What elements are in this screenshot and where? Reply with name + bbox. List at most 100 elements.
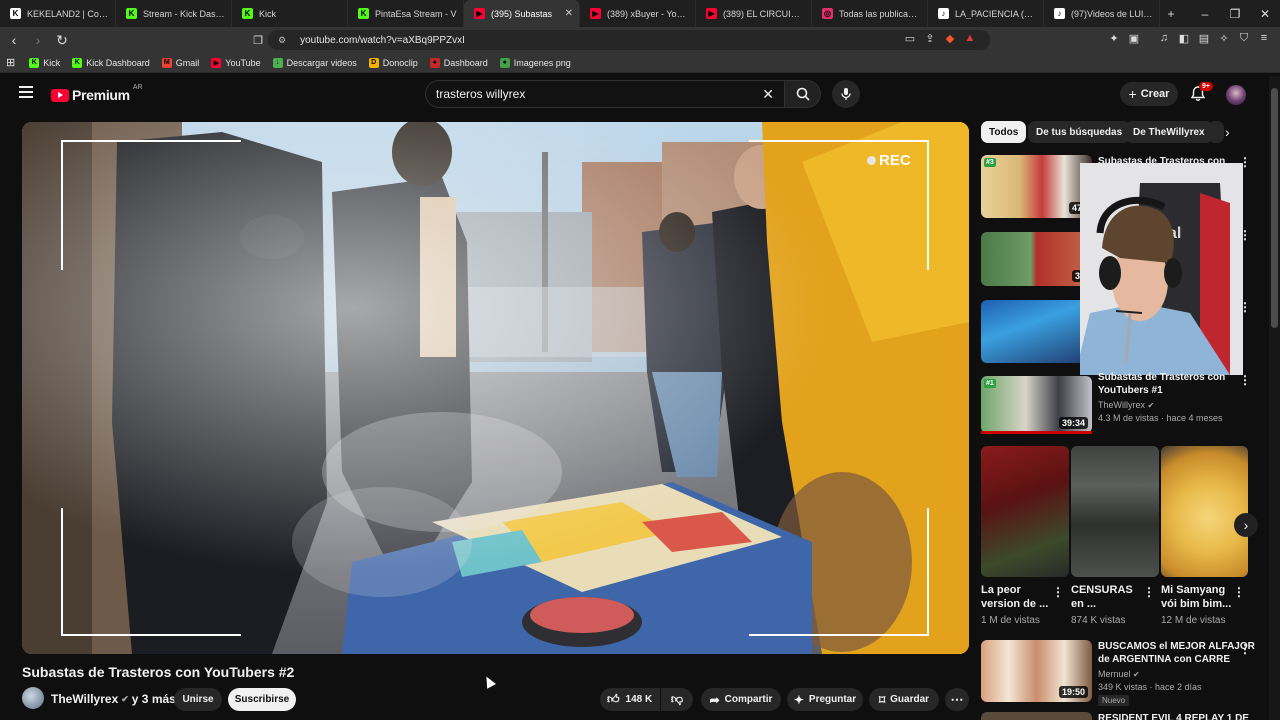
forward-icon[interactable]: › — [28, 32, 48, 48]
browser-tab[interactable]: K KEKELAND2 | Consola — [0, 0, 116, 27]
short-1-title-line2[interactable]: version de ... — [981, 597, 1048, 611]
clear-search-icon[interactable]: ✕ — [762, 86, 774, 103]
search-input[interactable]: trasteros willyrex ✕ — [425, 80, 785, 108]
bookmark-item[interactable]: M Gmail — [161, 57, 199, 68]
ask-button[interactable]: ✦ Preguntar — [787, 688, 863, 711]
minimize-button[interactable]: – — [1190, 7, 1220, 21]
short-2-title-line2[interactable]: en ... — [1071, 597, 1096, 611]
back-icon[interactable]: ‹ — [4, 32, 24, 48]
short-1-thumbnail[interactable] — [981, 446, 1069, 577]
video-player[interactable]: REC — [22, 122, 969, 654]
chip-partial[interactable] — [1208, 121, 1224, 143]
sidebar-video-1-thumbnail[interactable]: #3 47: — [981, 155, 1092, 218]
notifications-button[interactable]: 9+ — [1190, 82, 1213, 105]
youtube-logo[interactable]: Premium AR — [51, 84, 143, 103]
share-icon[interactable]: ⇪ — [920, 32, 940, 45]
bookmark-item[interactable]: ● Dashboard — [429, 57, 488, 68]
browser-tab[interactable]: ♪ (97)Videos de LUIS DE — [1044, 0, 1160, 27]
reload-icon[interactable]: ↻ — [52, 32, 72, 49]
subscribe-button[interactable]: Suscribirse — [228, 688, 296, 711]
sidebar-video-5-channel[interactable]: Mernuel ✔ — [1098, 668, 1140, 681]
more-actions-button[interactable]: ⋯ — [945, 688, 969, 711]
sidebar-video-5-thumbnail[interactable]: 19:50 — [981, 640, 1092, 702]
like-button[interactable]: 👍︎ 148 K — [600, 688, 660, 711]
close-window-button[interactable]: ✕ — [1250, 7, 1280, 21]
sidebar-video-6-thumbnail[interactable] — [981, 712, 1092, 720]
tab-favicon-icon: K — [358, 8, 369, 19]
browser-tab[interactable]: ▶ (389) xBuyer - YouTube — [580, 0, 696, 27]
apps-grid-icon[interactable]: ⊞ — [6, 56, 15, 69]
dislike-button[interactable]: 👎︎ — [661, 688, 693, 711]
short-2-menu-icon[interactable]: ⋮ — [1143, 585, 1155, 599]
bookmark-item[interactable]: K Kick — [29, 57, 60, 68]
chip-de-thewillyrex[interactable]: De TheWillyrex — [1125, 121, 1213, 143]
shorts-next-button[interactable]: › — [1234, 513, 1258, 537]
short-2-title-line1[interactable]: CENSURAS — [1071, 583, 1133, 597]
short-2-thumbnail[interactable] — [1071, 446, 1159, 577]
scrollbar-thumb[interactable] — [1271, 88, 1278, 328]
rewards-icon[interactable]: ▲ — [960, 32, 980, 45]
site-info-icon[interactable]: ⚙ — [278, 35, 286, 46]
address-bar[interactable]: ⚙ youtube.com/watch?v=aXBq9PPZvxI — [268, 30, 990, 50]
page-scrollbar[interactable] — [1269, 76, 1280, 720]
voice-search-button[interactable] — [832, 80, 860, 108]
bookmark-item[interactable]: ● Imagenes png — [499, 57, 571, 68]
create-button[interactable]: + Crear — [1120, 82, 1178, 106]
sidebar-video-4-title-line2[interactable]: YouTubers #1 — [1098, 384, 1163, 397]
sidebar-video-4-channel[interactable]: TheWillyrex ✔ — [1098, 399, 1154, 412]
close-tab-icon[interactable]: ✕ — [565, 8, 573, 19]
sidebar-video-4-thumbnail[interactable]: #1 39:34 — [981, 376, 1092, 433]
chip-de-tus-busquedas[interactable]: De tus búsquedas — [1028, 121, 1131, 143]
bookmark-favicon-icon: M — [161, 57, 172, 68]
leo-icon[interactable]: ✧ — [1214, 32, 1234, 45]
tab-favicon-icon: ♪ — [938, 8, 949, 19]
sidebar-video-3-thumbnail[interactable] — [981, 300, 1092, 363]
sidebar-video-5-title-line2[interactable]: de ARGENTINA con CARRE — [1098, 653, 1230, 666]
browser-tab[interactable]: K Stream - Kick Dashboard — [116, 0, 232, 27]
sidebar-video-6-title[interactable]: RESIDENT EVIL 4 REPLAY 1 DE — [1098, 712, 1249, 720]
bookmark-item[interactable]: ▶ YouTube — [211, 57, 261, 68]
avatar[interactable] — [1226, 85, 1246, 105]
sidebar-video-4-menu-icon[interactable]: ⋮ — [1239, 373, 1251, 387]
sidebar-video-2-thumbnail[interactable]: 34 — [981, 232, 1092, 286]
sidebar-icon[interactable]: ◧ — [1174, 32, 1194, 45]
menu-icon[interactable]: ≡ — [1254, 32, 1274, 45]
extension-puzzle-icon[interactable]: ✦ — [1104, 32, 1124, 45]
short-3-title-line1[interactable]: Mi Samyang — [1161, 583, 1225, 597]
chip-todos[interactable]: Todos — [981, 121, 1027, 143]
browser-tab[interactable]: ▶ (395) Subastas ✕ — [464, 0, 580, 27]
hamburger-menu-icon[interactable] — [19, 86, 33, 98]
maximize-button[interactable]: ❐ — [1220, 7, 1250, 21]
sidebar-video-5-title-line1[interactable]: BUSCAMOS el MEJOR ALFAJOR — [1098, 640, 1255, 653]
chips-next-icon[interactable]: › — [1225, 124, 1230, 140]
brave-shield-icon[interactable]: ◆ — [940, 32, 960, 45]
channel-avatar[interactable] — [22, 687, 44, 709]
bookmark-page-icon[interactable]: ❐ — [248, 34, 268, 47]
save-button[interactable]: ⌑ Guardar — [869, 688, 939, 711]
sidebar-video-4-title-line1[interactable]: Subastas de Trasteros con — [1098, 371, 1225, 384]
channel-name[interactable]: TheWillyrex ✔ y 3 más — [51, 692, 176, 706]
short-1-title-line1[interactable]: La peor — [981, 583, 1021, 597]
short-3-menu-icon[interactable]: ⋮ — [1233, 585, 1245, 599]
bookmark-item[interactable]: D Donoclip — [368, 57, 418, 68]
join-button[interactable]: Unirse — [174, 688, 222, 711]
bookmark-item[interactable]: ↓ Descargar videos — [272, 57, 357, 68]
vpn-icon[interactable]: ⛉ — [1234, 32, 1254, 45]
sidebar-video-5-menu-icon[interactable]: ⋮ — [1239, 642, 1251, 656]
new-tab-button[interactable]: + — [1160, 7, 1182, 21]
music-icon[interactable]: ♫ — [1154, 32, 1174, 45]
tab-search-icon[interactable]: ▣ — [1124, 32, 1144, 45]
short-3-title-line2[interactable]: vói bim bim... — [1161, 597, 1231, 611]
short-1-menu-icon[interactable]: ⋮ — [1052, 585, 1064, 599]
short-3-thumbnail[interactable] — [1161, 446, 1248, 577]
browser-tab[interactable]: ♪ LA_PACIENCIA (@la_p — [928, 0, 1044, 27]
browser-tab[interactable]: ◎ Todas las publicaciones — [812, 0, 928, 27]
search-button[interactable] — [785, 80, 821, 108]
bookmark-item[interactable]: K Kick Dashboard — [72, 57, 150, 68]
browser-tab[interactable]: ▶ (389) EL CIRCUITO DE — [696, 0, 812, 27]
wallet-icon[interactable]: ▤ — [1194, 32, 1214, 45]
browser-tab[interactable]: K PintaEsa Stream - V — [348, 0, 464, 27]
browser-tab[interactable]: K Kick — [232, 0, 348, 27]
cast-icon[interactable]: ▭ — [900, 32, 920, 45]
share-button[interactable]: ➦ Compartir — [701, 688, 781, 711]
